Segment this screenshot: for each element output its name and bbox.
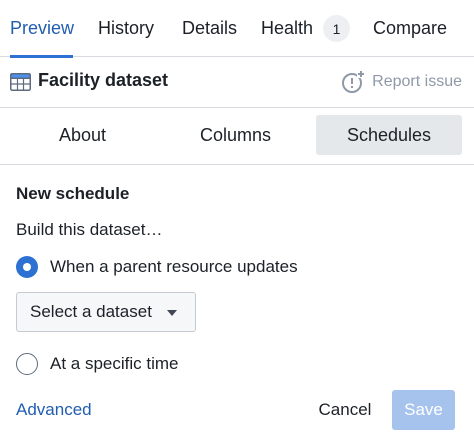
cancel-button[interactable]: Cancel — [306, 391, 384, 429]
subtab-columns-label: Columns — [199, 124, 272, 145]
tab-health[interactable]: Health 1 — [261, 0, 351, 57]
report-issue-label: Report issue — [372, 73, 462, 90]
top-tabs: Preview History Details Health 1 Compare — [0, 0, 474, 58]
subtab-about[interactable]: About — [10, 115, 155, 155]
radio-specific-time-label: At a specific time — [50, 354, 179, 373]
subtab-schedules[interactable]: Schedules — [316, 115, 462, 155]
radio-checked-icon[interactable] — [16, 256, 38, 278]
tab-history[interactable]: History — [98, 0, 154, 57]
dataset-select-value: Select a dataset — [30, 302, 152, 321]
radio-parent-update[interactable]: When a parent resource updates — [16, 256, 298, 278]
table-icon — [10, 73, 31, 91]
radio-specific-time[interactable]: At a specific time — [16, 353, 179, 375]
subtab-about-label: About — [58, 124, 107, 145]
report-issue-icon — [342, 70, 366, 93]
tab-preview[interactable]: Preview — [10, 0, 75, 58]
tab-details[interactable]: Details — [182, 0, 237, 57]
tab-compare-label: Compare — [373, 18, 448, 38]
section-tabs: About Columns Schedules — [0, 109, 474, 165]
tab-history-label: History — [98, 18, 155, 38]
advanced-link[interactable]: Advanced — [16, 400, 92, 420]
radio-parent-update-label: When a parent resource updates — [50, 257, 298, 276]
caret-down-icon — [167, 310, 177, 316]
dataset-select[interactable]: Select a dataset — [16, 292, 196, 332]
radio-unchecked-icon[interactable] — [16, 353, 38, 375]
save-button[interactable]: Save — [392, 390, 455, 430]
tab-details-label: Details — [182, 18, 238, 38]
subtab-columns[interactable]: Columns — [163, 115, 308, 155]
subtab-schedules-label: Schedules — [346, 124, 432, 145]
build-prompt: Build this dataset… — [16, 220, 163, 239]
new-schedule-title: New schedule — [16, 184, 130, 203]
tab-preview-label: Preview — [10, 18, 75, 38]
dataset-title: Facility dataset — [38, 70, 169, 90]
report-issue-button[interactable]: Report issue — [341, 70, 462, 94]
tab-health-label: Health — [261, 18, 314, 38]
health-count-badge: 1 — [323, 15, 351, 42]
tab-compare[interactable]: Compare — [373, 0, 447, 57]
